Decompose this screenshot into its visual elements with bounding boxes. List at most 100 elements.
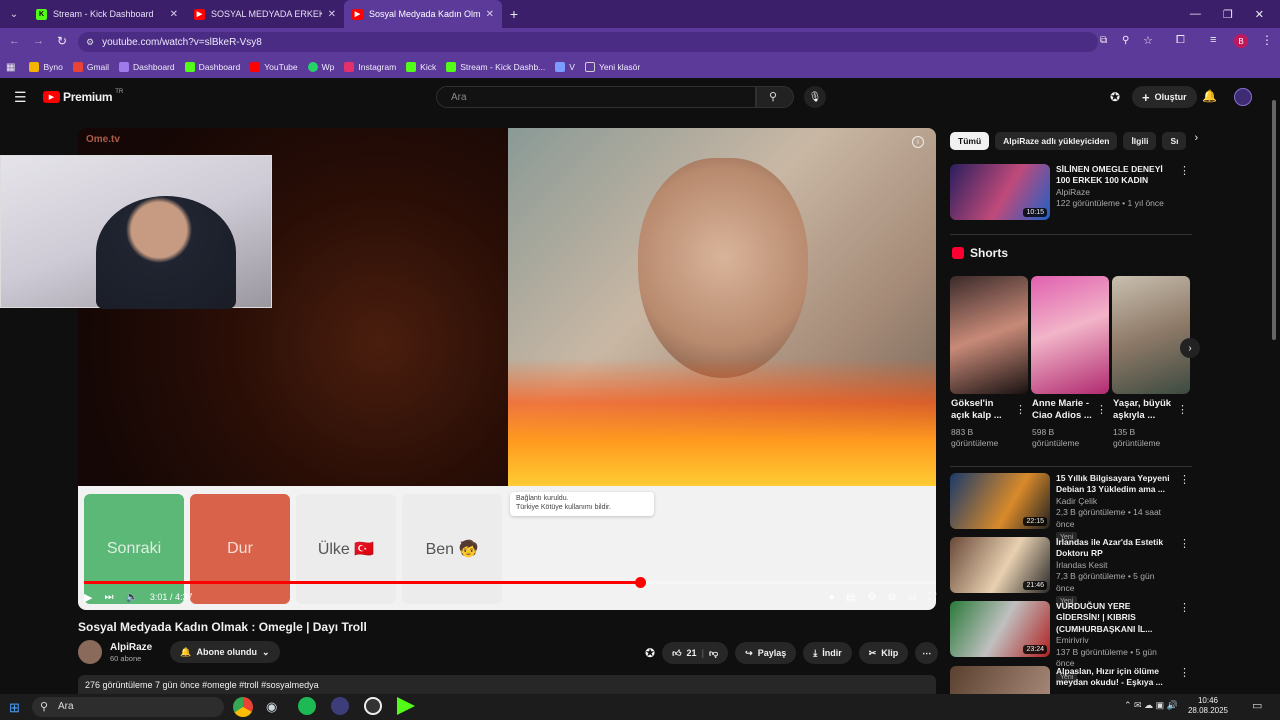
more-options-icon[interactable]: ⋮ [1177, 403, 1188, 416]
premium-icon[interactable]: ✪ [645, 646, 655, 660]
volume-icon[interactable]: 🔈 [125, 592, 137, 603]
reload-icon[interactable]: ↻ [57, 34, 67, 48]
close-tab-icon[interactable]: ✕ [170, 9, 178, 20]
forward-icon[interactable]: → [33, 35, 44, 47]
page-scrollbar[interactable] [1271, 90, 1277, 690]
shorts-next-button[interactable]: › [1180, 338, 1200, 358]
bookmark[interactable]: V [555, 62, 575, 72]
bookmark-star-icon[interactable]: ☆ [1143, 34, 1153, 47]
notifications-icon[interactable]: ▭ [1252, 699, 1262, 712]
video-thumbnail[interactable]: 10:15 [950, 164, 1050, 220]
next-video-icon[interactable]: ⏭ [104, 592, 113, 603]
profile-avatar[interactable]: B [1234, 34, 1248, 48]
obs-icon[interactable] [331, 697, 349, 715]
video-thumbnail[interactable]: 23:24 [950, 601, 1050, 657]
search-button[interactable]: ⚲ [756, 86, 794, 108]
more-actions-button[interactable]: ⋯ [915, 642, 939, 664]
clip-button[interactable]: ✂ Klip [858, 642, 909, 664]
related-video[interactable]: 22:15 15 Yıllık Bilgisayara Yepyeni Debi… [950, 473, 1190, 544]
system-clock[interactable]: 10:46 28.08.2025 [1188, 696, 1228, 716]
subtitles-icon[interactable]: ▤ [846, 592, 855, 603]
bookmark-folder[interactable]: Yeni klasör [584, 62, 640, 72]
dislike-icon[interactable]: 👎︎ [709, 648, 718, 659]
bookmark[interactable]: Instagram [344, 62, 396, 72]
more-options-icon[interactable]: ⋮ [1179, 666, 1190, 694]
close-tab-icon[interactable]: ✕ [328, 9, 336, 20]
hamburger-menu-icon[interactable]: ☰ [14, 89, 27, 106]
description-box[interactable]: 276 görüntüleme 7 gün önce #omegle #trol… [78, 675, 936, 695]
notifications-bell-icon[interactable]: 🔔 [1202, 89, 1217, 103]
autoplay-toggle-icon[interactable]: ⏺︎ [829, 592, 834, 603]
bookmark[interactable]: Dashboard [184, 62, 240, 72]
progress-bar[interactable] [84, 577, 936, 588]
settings-gear-icon[interactable]: ⚙ [867, 592, 876, 603]
chevron-right-icon[interactable]: › [1194, 132, 1198, 150]
channel-avatar[interactable] [78, 640, 102, 664]
tab-erkek-olmak[interactable]: ▶ SOSYAL MEDYADA ERKEK OLM ✕ [186, 0, 344, 28]
account-avatar[interactable] [1234, 88, 1252, 106]
search-input[interactable]: Ara [436, 86, 756, 108]
video-channel[interactable]: AlpiRaze [1056, 187, 1173, 198]
new-tab-button[interactable]: + [502, 6, 526, 22]
app-icon[interactable] [364, 697, 382, 715]
studio-icon[interactable]: ✪ [1110, 90, 1120, 104]
back-icon[interactable]: ← [9, 35, 20, 47]
apps-icon[interactable]: ▦ [6, 62, 15, 73]
video-channel[interactable]: Kadir Çelik [1056, 496, 1173, 507]
play-icon[interactable]: ▶ [84, 591, 92, 604]
bookmark[interactable]: Gmail [72, 62, 109, 72]
windows-start-icon[interactable]: ⊞ [9, 700, 20, 716]
address-bar[interactable]: ⚙ youtube.com/watch?v=slBkeR-Vsy8 [78, 32, 1098, 52]
video-thumbnail[interactable] [950, 666, 1050, 694]
like-icon[interactable]: 👍︎ [672, 648, 681, 659]
restore-icon[interactable]: ❐ [1223, 8, 1233, 21]
miniplayer-icon[interactable]: ⧉ [888, 592, 895, 603]
minimize-icon[interactable]: — [1190, 8, 1201, 21]
chip-more[interactable]: Sı [1162, 132, 1187, 150]
tab-kadin-olmak[interactable]: ▶ Sosyal Medyada Kadın Olmak : ✕ [344, 0, 502, 28]
video-title[interactable]: SİLİNEN OMEGLE DENEYİ 100 ERKEK 100 KADI… [1056, 164, 1173, 187]
related-video[interactable]: 21:46 İrlandas ile Azar'da Estetik Dokto… [950, 537, 1190, 608]
bookmark[interactable]: Wp [307, 62, 334, 72]
bookmark[interactable]: Dashboard [119, 62, 175, 72]
short-title[interactable]: Yaşar, büyük aşkıyla ... [1113, 398, 1175, 422]
chip-uploader[interactable]: AlpiRaze adlı yükleyiciden [995, 132, 1118, 150]
video-title[interactable]: İrlandas ile Azar'da Estetik Doktoru RP [1056, 537, 1173, 560]
channel-name[interactable]: AlpiRaze [110, 642, 152, 654]
youtube-logo[interactable]: ▶ Premium TR [43, 89, 123, 104]
more-options-icon[interactable]: ⋮ [1015, 403, 1026, 416]
more-options-icon[interactable]: ⋮ [1179, 164, 1190, 220]
chrome-icon[interactable] [233, 697, 253, 717]
more-options-icon[interactable]: ⋮ [1179, 537, 1190, 608]
scrollbar-thumb[interactable] [1272, 100, 1276, 340]
create-button[interactable]: + Oluştur [1132, 86, 1197, 108]
info-icon[interactable]: i [912, 136, 924, 148]
more-options-icon[interactable]: ⋮ [1096, 403, 1107, 416]
zoom-icon[interactable]: ⚲ [1122, 35, 1129, 46]
media-icon[interactable]: ≡ [1210, 34, 1216, 46]
short-thumbnail[interactable] [1031, 276, 1109, 394]
video-title[interactable]: VURDUĞUN YERE GİDERSİN! | KIBRIS (CUMHUR… [1056, 601, 1173, 635]
share-button[interactable]: ↪ Paylaş [735, 642, 797, 664]
download-button[interactable]: ⤓ İndir [803, 642, 852, 664]
short-title[interactable]: Göksel'in açık kalp ... [951, 398, 1013, 422]
bookmark[interactable]: Stream - Kick Dashb... [446, 62, 545, 72]
tab-kick-dashboard[interactable]: K Stream - Kick Dashboard ✕ [28, 0, 186, 28]
related-video[interactable]: Alpaslan, Hızır için ölüme meydan okudu!… [950, 666, 1190, 694]
theater-mode-icon[interactable]: ▭ [908, 592, 917, 603]
video-title[interactable]: 15 Yıllık Bilgisayara Yepyeni Debian 13 … [1056, 473, 1173, 496]
chip-related[interactable]: İlgili [1123, 132, 1157, 150]
voice-search-button[interactable]: 🎙 [804, 86, 826, 108]
bookmark[interactable]: YouTube [250, 62, 298, 72]
short-thumbnail[interactable] [950, 276, 1028, 394]
steam-icon[interactable]: ◉ [266, 699, 277, 715]
spotify-icon[interactable] [298, 697, 316, 715]
fullscreen-icon[interactable]: ⛶ [929, 592, 936, 603]
cast-icon[interactable]: ⧉ [1100, 35, 1107, 46]
video-channel[interactable]: İrlandas Kesit [1056, 560, 1173, 571]
video-thumbnail[interactable]: 21:46 [950, 537, 1050, 593]
chip-all[interactable]: Tümü [950, 132, 990, 150]
menu-icon[interactable]: ⋮ [1261, 33, 1273, 47]
taskbar-search[interactable]: ⚲ Ara [32, 697, 224, 717]
more-options-icon[interactable]: ⋮ [1179, 473, 1190, 544]
